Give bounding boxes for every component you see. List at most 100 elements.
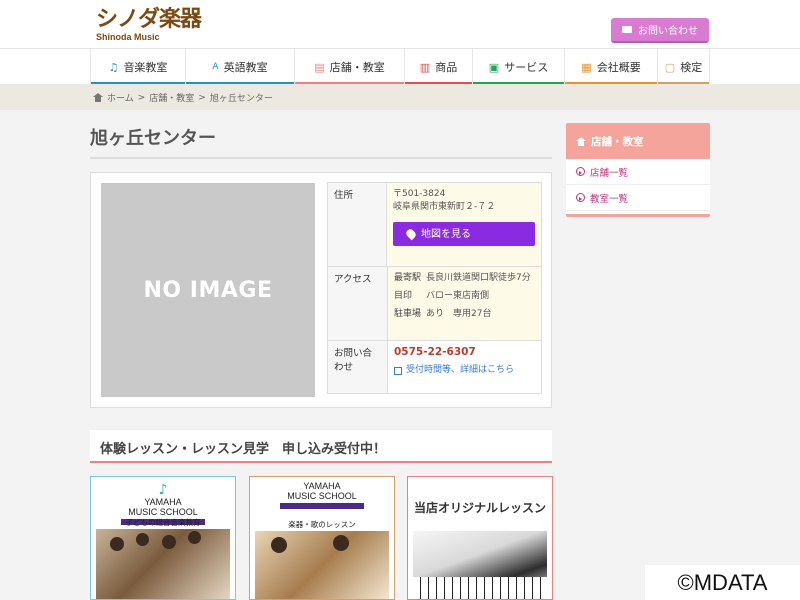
nav-item-company[interactable]: ▦ 会社概要 <box>565 49 658 85</box>
certificate-icon: ▢ <box>664 60 676 74</box>
hours-link[interactable]: 受付時間等、詳細はこちら <box>394 364 535 377</box>
yamaha-logo-line2: MUSIC SCHOOL <box>128 507 198 517</box>
breadcrumb: ホーム > 店舗・教室 > 旭ヶ丘センター <box>93 91 273 104</box>
breadcrumb-bar: ホーム > 店舗・教室 > 旭ヶ丘センター <box>0 84 800 110</box>
nav-item-label: 音楽教室 <box>123 61 168 74</box>
photo-figure <box>271 537 287 553</box>
contact-button[interactable]: お問い合わせ <box>611 18 709 43</box>
lesson-photo <box>255 531 389 599</box>
circle-arrow-icon <box>576 167 585 176</box>
lesson-section-header: 体験レッスン・レッスン見学 申し込み受付中！ <box>90 430 552 463</box>
photo-figure <box>110 537 124 551</box>
yamaha-logo-band <box>280 503 364 509</box>
sidebar-item-label: 教室一覧 <box>590 193 629 205</box>
sidebar-item-school-list[interactable]: 教室一覧 <box>566 185 710 211</box>
nav-item-label: 英語教室 <box>223 61 268 74</box>
parking: 駐車場 あり 専用27台 <box>394 308 535 321</box>
logo-text: シノダ楽器 <box>96 7 202 32</box>
address-label: 住所 <box>328 183 387 266</box>
lesson-card-kids[interactable]: ♪ YAMAHA MUSIC SCHOOL 子どもの総合音楽教育 <box>90 476 236 600</box>
breadcrumb-current: 旭ヶ丘センター <box>209 94 273 104</box>
nav-item-english-school[interactable]: A 英語教室 <box>186 49 295 85</box>
map-button[interactable]: 地図を見る <box>393 222 535 246</box>
yamaha-logo-line2: MUSIC SCHOOL <box>287 491 357 501</box>
nav-item-label: 店舗・教室 <box>329 61 385 74</box>
nearest-station: 最寄駅 長良川鉄道関口駅徒歩7分 <box>394 272 535 285</box>
store-info-box: NO IMAGE 住所 〒501-3824 岐阜県関市東新町２-７２ 地図を見る… <box>90 172 552 408</box>
address-row: 住所 〒501-3824 岐阜県関市東新町２-７２ 地図を見る <box>328 183 541 267</box>
home-icon <box>576 136 586 146</box>
lesson-photo <box>96 529 230 599</box>
postal-code: 〒501-3824 <box>393 189 446 199</box>
lesson-card-instrument[interactable]: YAMAHA MUSIC SCHOOL 楽器・歌のレッスン <box>249 476 395 600</box>
sidebar-heading: 店舗・教室 <box>566 123 710 159</box>
sidebar: 店舗・教室 店舗一覧 教室一覧 <box>566 123 710 217</box>
yamaha-logo: YAMAHA MUSIC SCHOOL <box>250 481 394 509</box>
store-photo-placeholder: NO IMAGE <box>101 183 315 397</box>
yamaha-logo-line1: YAMAHA <box>303 481 341 491</box>
lesson-card-title: 当店オリジナルレッスン <box>413 501 546 515</box>
nav-item-music-school[interactable]: ♫ 音楽教室 <box>90 49 186 85</box>
photo-figure <box>162 535 176 549</box>
breadcrumb-separator: > <box>137 92 146 103</box>
page-title: 旭ヶ丘センター <box>90 128 216 149</box>
piano-icon: ▥ <box>419 60 431 74</box>
title-divider <box>90 157 552 159</box>
shinoda-logo[interactable]: シノダ楽器 Shinoda Music <box>96 7 202 43</box>
lesson-card-original[interactable]: 当店オリジナルレッスン <box>407 476 553 600</box>
landmark: 目印 バロー東店南側 <box>394 290 535 303</box>
nav-item-stores[interactable]: ▤ 店舗・教室 <box>295 49 405 85</box>
nearest-station-value: 長良川鉄道関口駅徒歩7分 <box>426 273 531 283</box>
sidebar-item-label: 店舗一覧 <box>590 167 629 179</box>
circle-arrow-icon <box>576 193 585 202</box>
main-nav: ♫ 音楽教室 A 英語教室 ▤ 店舗・教室 ▥ 商品 ▣ サービス ▦ 会社概要 <box>0 48 800 85</box>
nearest-station-key: 最寄駅 <box>394 273 422 283</box>
nav-item-products[interactable]: ▥ 商品 <box>405 49 473 85</box>
photo-figure <box>136 533 149 546</box>
nav-item-exam[interactable]: ▢ 検定 <box>658 49 710 85</box>
nav-item-services[interactable]: ▣ サービス <box>473 49 565 85</box>
site-header: シノダ楽器 Shinoda Music お問い合わせ <box>0 0 800 48</box>
nav-item-label: 商品 <box>435 61 458 74</box>
map-button-label: 地図を見る <box>421 228 471 240</box>
contact-label: お問い合わせ <box>328 341 388 393</box>
music-note-icon: ♫ <box>108 60 119 74</box>
store-info-table: 住所 〒501-3824 岐阜県関市東新町２-７２ 地図を見る アクセス 最寄駅… <box>327 182 542 394</box>
nav-item-label: 検定 <box>680 61 703 74</box>
yamaha-logo-line1: YAMAHA <box>144 497 182 507</box>
access-label: アクセス <box>328 267 388 340</box>
landmark-key: 目印 <box>394 291 413 301</box>
logo-subtext: Shinoda Music <box>96 32 160 42</box>
breadcrumb-home[interactable]: ホーム <box>107 91 134 104</box>
phone-number[interactable]: 0575-22-6307 <box>394 346 535 359</box>
hours-link-label: 受付時間等、詳細はこちら <box>406 365 515 375</box>
external-link-icon <box>394 366 402 375</box>
map-pin-icon <box>404 227 418 241</box>
sidebar-item-store-list[interactable]: 店舗一覧 <box>566 159 710 185</box>
contact-button-label: お問い合わせ <box>638 26 698 37</box>
lesson-photo <box>413 531 547 599</box>
parking-value: あり 専用27台 <box>426 309 492 319</box>
photo-figure <box>188 531 201 544</box>
breadcrumb-stores[interactable]: 店舗・教室 <box>149 91 194 104</box>
music-note-icon: ♪ <box>158 482 168 498</box>
store-icon: ▤ <box>314 60 325 74</box>
address-text: 岐阜県関市東新町２-７２ <box>393 202 496 212</box>
piano-keys <box>413 577 547 599</box>
mail-icon <box>622 26 632 33</box>
access-row: アクセス 最寄駅 長良川鉄道関口駅徒歩7分 目印 バロー東店南側 駐車場 あり … <box>328 267 541 341</box>
lesson-card-caption: 楽器・歌のレッスン <box>288 520 356 529</box>
document-icon: ▣ <box>488 60 500 74</box>
nav-item-label: 会社概要 <box>596 61 641 74</box>
home-icon <box>93 93 103 102</box>
photo-figure <box>333 535 349 551</box>
copyright-watermark: ©MDATA <box>645 565 800 600</box>
abc-icon: A <box>212 61 219 72</box>
lesson-section-title: 体験レッスン・レッスン見学 申し込み受付中！ <box>100 442 387 457</box>
building-icon: ▦ <box>581 60 592 74</box>
sidebar-heading-label: 店舗・教室 <box>591 135 644 148</box>
parking-key: 駐車場 <box>394 309 422 319</box>
breadcrumb-separator: > <box>198 92 206 103</box>
landmark-value: バロー東店南側 <box>426 291 490 301</box>
contact-row: お問い合わせ 0575-22-6307 受付時間等、詳細はこちら <box>328 341 541 393</box>
